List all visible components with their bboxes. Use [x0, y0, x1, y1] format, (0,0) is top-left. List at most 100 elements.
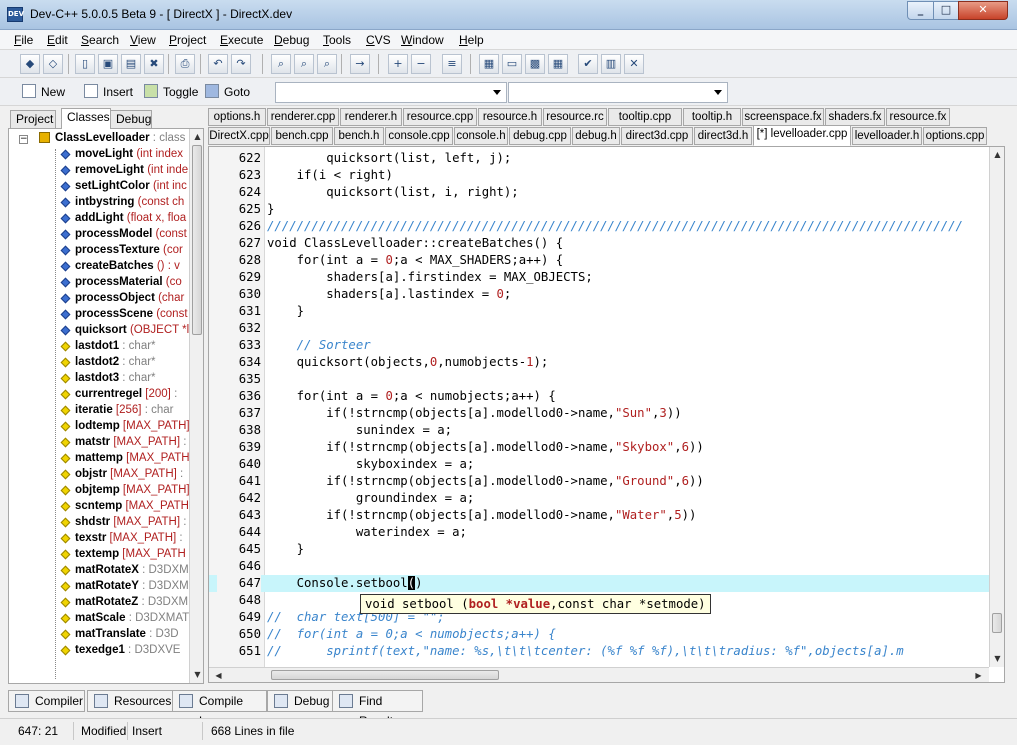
debug-icon[interactable]: ▥ — [601, 54, 621, 74]
code-line[interactable]: 644 waterindex = a; — [209, 524, 989, 541]
code-line[interactable]: 622 quicksort(list, left, j); — [209, 150, 989, 167]
menu-cvs[interactable]: CVS — [364, 32, 393, 48]
tab-compiler[interactable]: Compiler — [8, 690, 85, 712]
code-line[interactable]: 636 for(int a = 0;a < numobjects;a++) { — [209, 388, 989, 405]
tab-find-results[interactable]: Find Results — [332, 690, 423, 728]
editor-tab[interactable]: DirectX.cpp — [208, 127, 270, 145]
undo-icon[interactable]: ↶ — [208, 54, 228, 74]
add-to-project-icon[interactable]: + — [388, 54, 408, 74]
menu-edit[interactable]: Edit — [45, 32, 70, 48]
editor-tab[interactable]: resource.fx — [886, 108, 950, 126]
stop-execution-icon[interactable]: ✕ — [624, 54, 644, 74]
code-line[interactable]: 628 for(int a = 0;a < MAX_SHADERS;a++) { — [209, 252, 989, 269]
editor-tab[interactable]: levelloader.h — [852, 127, 922, 145]
tree-member-item[interactable]: currentregel [200] : — [9, 386, 189, 402]
tree-member-item[interactable]: createBatches () : v — [9, 258, 189, 274]
run-icon[interactable]: ▭ — [502, 54, 522, 74]
code-line[interactable]: 650 // for(int a = 0;a < numobjects;a++) … — [209, 626, 989, 643]
code-line[interactable]: 631 } — [209, 303, 989, 320]
print-icon[interactable]: ⎙ — [175, 54, 195, 74]
editor-tab[interactable]: console.cpp — [385, 127, 453, 145]
code-line[interactable]: 643 if(!strncmp(objects[a].modellod0->na… — [209, 507, 989, 524]
scroll-thumb[interactable] — [271, 670, 499, 680]
code-line[interactable]: 629 shaders[a].firstindex = MAX_OBJECTS; — [209, 269, 989, 286]
scroll-thumb[interactable] — [992, 613, 1002, 633]
code-line[interactable]: 632 — [209, 320, 989, 337]
remove-from-project-icon[interactable]: − — [411, 54, 431, 74]
find-icon[interactable]: ⌕ — [271, 54, 291, 74]
editor-tab[interactable]: resource.rc — [543, 108, 607, 126]
code-line[interactable]: 624 quicksort(list, i, right); — [209, 184, 989, 201]
editor-tab[interactable]: resource.cpp — [403, 108, 477, 126]
code-line[interactable]: 642 groundindex = a; — [209, 490, 989, 507]
scroll-left-icon[interactable]: ◀ — [211, 668, 226, 682]
tab-compile-log[interactable]: Compile Log — [172, 690, 267, 728]
rebuild-all-icon[interactable]: ▦ — [548, 54, 568, 74]
editor-tab[interactable]: console.h — [454, 127, 508, 145]
editor-tab[interactable]: bench.h — [334, 127, 384, 145]
editor-tab[interactable]: debug.cpp — [509, 127, 571, 145]
tab-resources[interactable]: Resources — [87, 690, 174, 712]
editor-vertical-scrollbar[interactable]: ▲ ▼ — [989, 147, 1004, 667]
close-file-icon[interactable]: ✖ — [144, 54, 164, 74]
code-line[interactable]: 641 if(!strncmp(objects[a].modellod0->na… — [209, 473, 989, 490]
scroll-up-icon[interactable]: ▲ — [990, 147, 1004, 162]
tree-member-item[interactable]: scntemp [MAX_PATH — [9, 498, 189, 514]
menu-project[interactable]: Project — [167, 32, 208, 48]
editor-tab[interactable]: tooltip.cpp — [608, 108, 682, 126]
editor-tab[interactable]: renderer.h — [340, 108, 402, 126]
scroll-down-icon[interactable]: ▼ — [190, 667, 203, 682]
toggle-button[interactable]: Toggle — [144, 83, 198, 103]
compile-run-icon[interactable]: ▩ — [525, 54, 545, 74]
tree-member-item[interactable]: matRotateX : D3DXM — [9, 562, 189, 578]
minimize-button[interactable]: _ — [907, 1, 934, 20]
insert-button[interactable]: Insert — [84, 83, 133, 103]
code-line[interactable]: 627 void ClassLevelloader::createBatches(… — [209, 235, 989, 252]
tree-member-item[interactable]: setLightColor (int inc — [9, 178, 189, 194]
member-combo[interactable] — [508, 82, 728, 103]
tree-member-item[interactable]: lodtemp [MAX_PATH] — [9, 418, 189, 434]
code-line[interactable]: 630 shaders[a].lastindex = 0; — [209, 286, 989, 303]
compile-icon[interactable]: ▦ — [479, 54, 499, 74]
code-line[interactable]: 638 sunindex = a; — [209, 422, 989, 439]
close-button[interactable]: ✕ — [958, 1, 1008, 20]
save-icon[interactable]: ▣ — [98, 54, 118, 74]
menu-debug[interactable]: Debug — [272, 32, 311, 48]
code-line[interactable]: 634 quicksort(objects,0,numobjects-1); — [209, 354, 989, 371]
editor-tab-active[interactable]: [*] levelloader.cpp — [753, 125, 851, 146]
scroll-down-icon[interactable]: ▼ — [990, 651, 1004, 666]
class-combo[interactable] — [275, 82, 507, 103]
tree-member-item[interactable]: lastdot2 : char* — [9, 354, 189, 370]
tree-member-item[interactable]: processModel (const — [9, 226, 189, 242]
code-line[interactable]: 626 /////////////////////////////////////… — [209, 218, 989, 235]
replace-icon[interactable]: ⌕ — [294, 54, 314, 74]
tree-member-item[interactable]: addLight (float x, floa — [9, 210, 189, 226]
editor-tab[interactable]: shaders.fx — [825, 108, 885, 126]
tree-member-item[interactable]: lastdot1 : char* — [9, 338, 189, 354]
code-line[interactable]: 633 // Sorteer — [209, 337, 989, 354]
code-line[interactable]: 640 skyboxindex = a; — [209, 456, 989, 473]
tree-member-item[interactable]: intbystring (const ch — [9, 194, 189, 210]
tree-member-item[interactable]: iteratie [256] : char — [9, 402, 189, 418]
menu-execute[interactable]: Execute — [218, 32, 265, 48]
editor-horizontal-scrollbar[interactable]: ◀ ▶ — [209, 667, 989, 682]
menu-window[interactable]: Window — [399, 32, 446, 48]
open-project-icon[interactable]: ◆ — [20, 54, 40, 74]
code-line[interactable]: 635 — [209, 371, 989, 388]
tree-member-item[interactable]: moveLight (int index — [9, 146, 189, 162]
tree-member-item[interactable]: processObject (char — [9, 290, 189, 306]
new-file-icon[interactable]: ▯ — [75, 54, 95, 74]
editor-tab[interactable]: options.h — [208, 108, 266, 126]
editor-tab[interactable]: debug.h — [572, 127, 620, 145]
tree-member-item[interactable]: matTranslate : D3D — [9, 626, 189, 642]
editor-tab[interactable]: tooltip.h — [683, 108, 741, 126]
tree-member-item[interactable]: shdstr [MAX_PATH] : — [9, 514, 189, 530]
code-line[interactable]: 651 // sprintf(text,"name: %s,\t\t\tcente… — [209, 643, 989, 660]
tree-vertical-scrollbar[interactable]: ▲ ▼ — [189, 129, 203, 683]
tab-debug-output[interactable]: Debug — [267, 690, 333, 712]
tree-member-item[interactable]: processMaterial (co — [9, 274, 189, 290]
goto-button[interactable]: Goto — [205, 83, 250, 103]
tab-classes[interactable]: Classes — [61, 108, 111, 129]
menu-view[interactable]: View — [128, 32, 158, 48]
tree-member-item[interactable]: objstr [MAX_PATH] : — [9, 466, 189, 482]
